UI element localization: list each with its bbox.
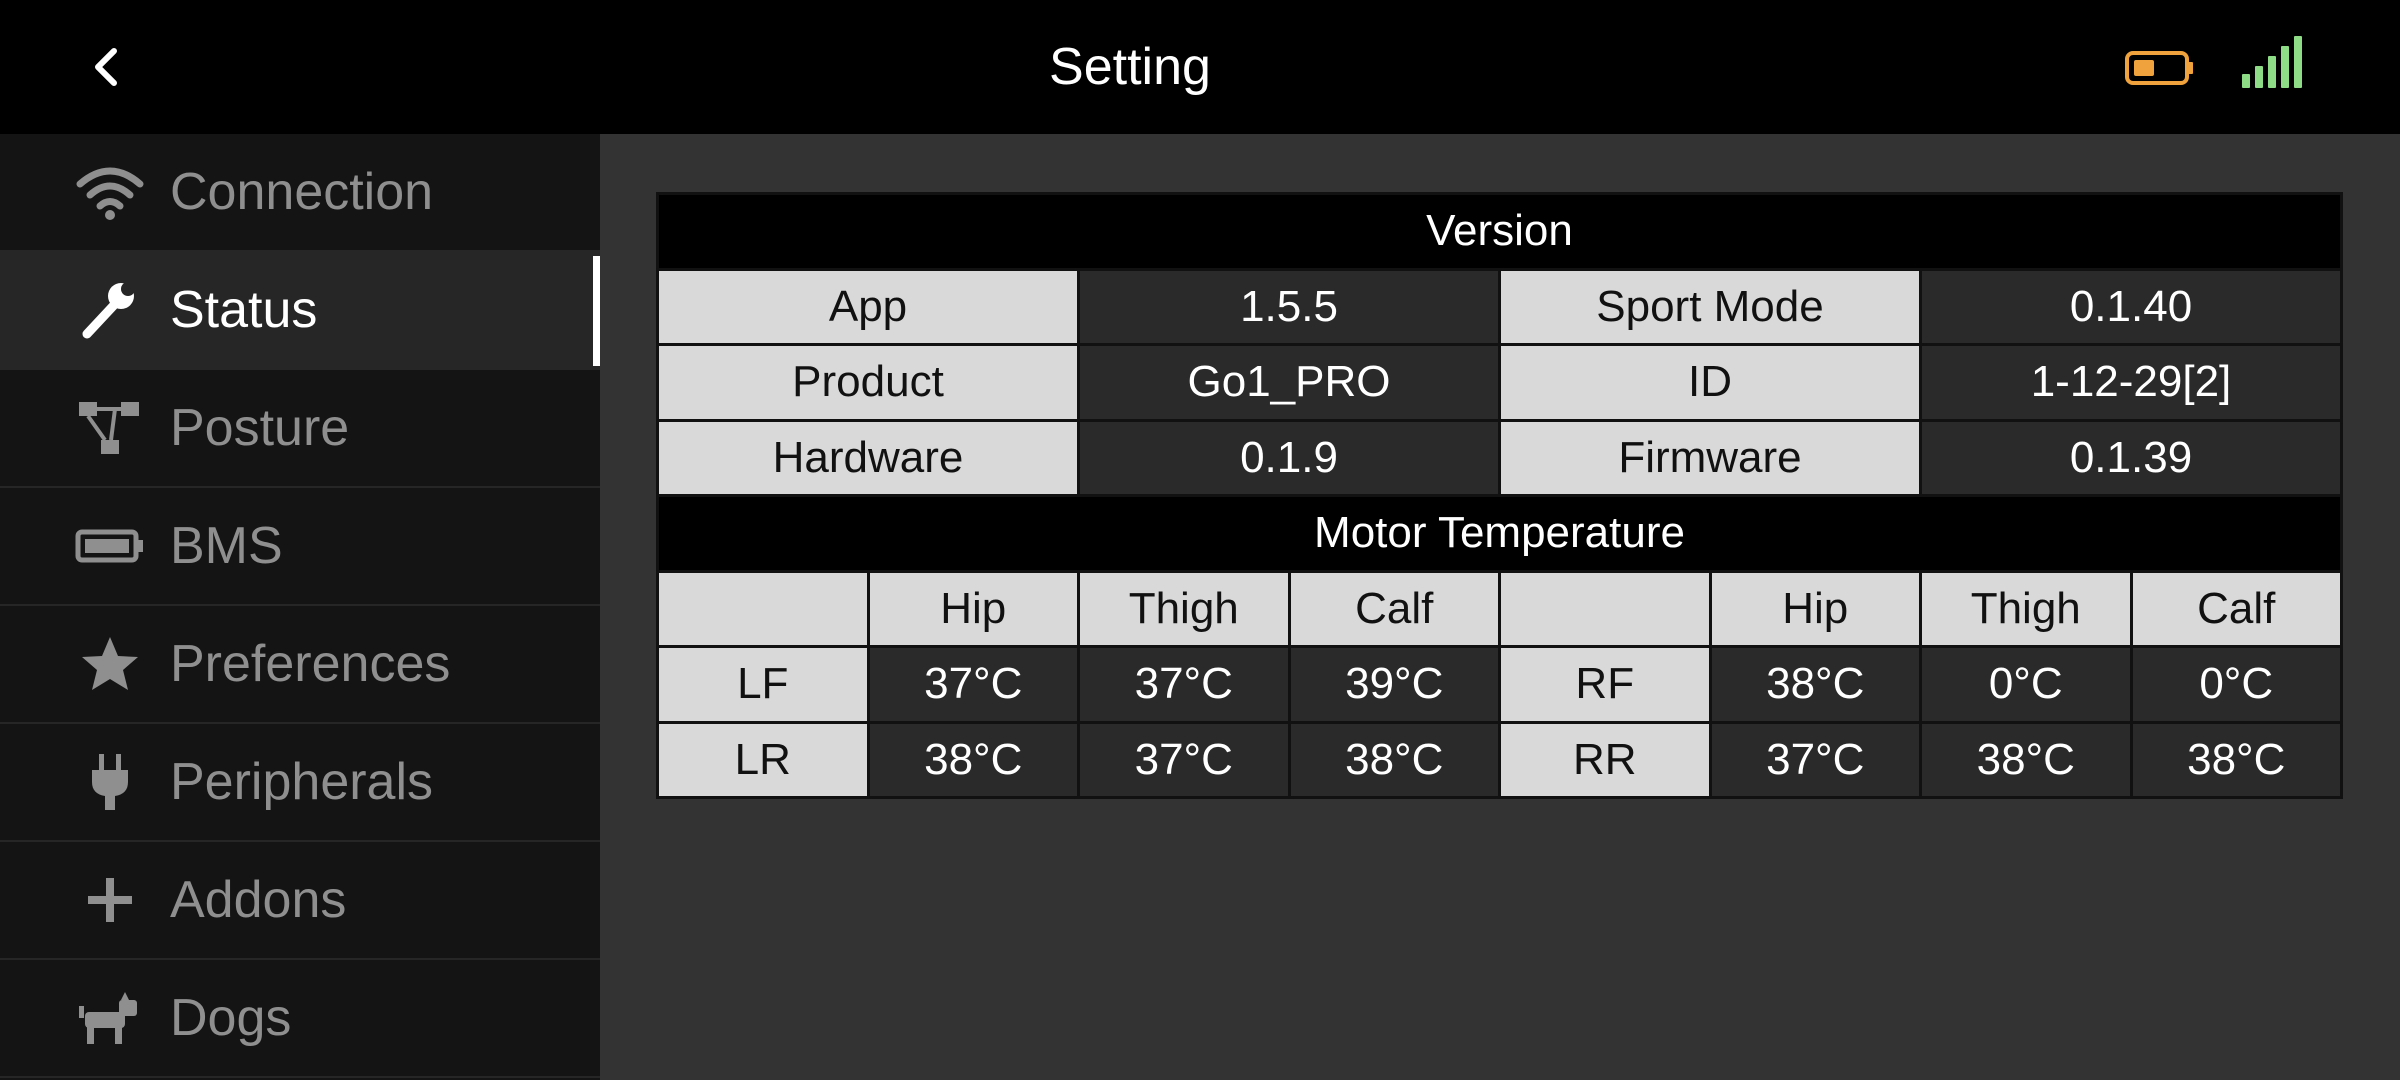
column-header: Calf	[2129, 569, 2343, 648]
column-header: Hip	[866, 569, 1080, 648]
version-value: 1-12-29[2]	[1919, 343, 2343, 422]
posture-icon	[75, 398, 145, 458]
battery-status-icon	[2125, 51, 2193, 85]
sidebar-item-label: Addons	[170, 871, 347, 929]
version-key: App	[656, 267, 1080, 346]
corner-cell	[1498, 569, 1712, 648]
column-header: Thigh	[1077, 569, 1291, 648]
leg-label: RR	[1498, 720, 1712, 799]
version-key: Sport Mode	[1498, 267, 1922, 346]
table-row: LR 38°C 37°C 38°C RR 37°C 38°C 38°C	[656, 720, 2343, 799]
corner-cell	[656, 569, 870, 648]
sidebar-item-label: Posture	[170, 399, 350, 457]
battery-icon	[75, 516, 145, 576]
leg-label: RF	[1498, 645, 1712, 724]
version-value: 0.1.39	[1919, 418, 2343, 497]
temperature-value: 37°C	[1708, 720, 1922, 799]
sidebar-item-bms[interactable]: BMS	[0, 488, 600, 606]
table-row: Hip Thigh Calf Hip Thigh Calf	[656, 569, 2343, 648]
version-value: Go1_PRO	[1077, 343, 1501, 422]
sidebar-item-addons[interactable]: Addons	[0, 842, 600, 960]
version-value: 1.5.5	[1077, 267, 1501, 346]
sidebar: Connection Status Posture BMS Preference…	[0, 134, 600, 1080]
sidebar-item-status[interactable]: Status	[0, 252, 600, 370]
wifi-icon	[75, 162, 145, 222]
version-value: 0.1.9	[1077, 418, 1501, 497]
temperature-value: 38°C	[2129, 720, 2343, 799]
temperature-value: 38°C	[866, 720, 1080, 799]
version-key: ID	[1498, 343, 1922, 422]
version-key: Hardware	[656, 418, 1080, 497]
temperature-value: 37°C	[1077, 645, 1291, 724]
temperature-value: 38°C	[1287, 720, 1501, 799]
sidebar-item-label: Peripherals	[170, 753, 434, 811]
version-key: Firmware	[1498, 418, 1922, 497]
star-icon	[75, 634, 145, 694]
temperature-value: 37°C	[866, 645, 1080, 724]
motor-temperature-header: Motor Temperature	[656, 494, 2343, 573]
leg-label: LR	[656, 720, 870, 799]
table-row: Product Go1_PRO ID 1-12-29[2]	[656, 343, 2343, 422]
sidebar-item-label: BMS	[170, 517, 283, 575]
sidebar-item-label: Dogs	[170, 989, 292, 1047]
column-header: Calf	[1287, 569, 1501, 648]
sidebar-item-connection[interactable]: Connection	[0, 134, 600, 252]
temperature-value: 37°C	[1077, 720, 1291, 799]
table-row: LF 37°C 37°C 39°C RF 38°C 0°C 0°C	[656, 645, 2343, 724]
version-value: 0.1.40	[1919, 267, 2343, 346]
version-key: Product	[656, 343, 1080, 422]
temperature-value: 38°C	[1708, 645, 1922, 724]
wrench-icon	[75, 280, 145, 340]
table-row: App 1.5.5 Sport Mode 0.1.40	[656, 267, 2343, 346]
plus-icon	[75, 870, 145, 930]
page-title: Setting	[1049, 38, 1211, 96]
temperature-value: 0°C	[1919, 645, 2133, 724]
temperature-value: 39°C	[1287, 645, 1501, 724]
leg-label: LF	[656, 645, 870, 724]
column-header: Hip	[1708, 569, 1922, 648]
sidebar-item-label: Status	[170, 281, 318, 339]
temperature-value: 0°C	[2129, 645, 2343, 724]
sidebar-item-peripherals[interactable]: Peripherals	[0, 724, 600, 842]
sidebar-item-label: Preferences	[170, 635, 451, 693]
status-table: Version App 1.5.5 Sport Mode 0.1.40 Prod…	[656, 192, 2343, 799]
top-bar: Setting	[0, 0, 2400, 134]
sidebar-item-dogs[interactable]: Dogs	[0, 960, 600, 1078]
sidebar-item-posture[interactable]: Posture	[0, 370, 600, 488]
version-header: Version	[656, 192, 2343, 271]
sidebar-item-preferences[interactable]: Preferences	[0, 606, 600, 724]
dog-icon	[75, 988, 145, 1048]
plug-icon	[75, 752, 145, 812]
status-panel: Version App 1.5.5 Sport Mode 0.1.40 Prod…	[600, 134, 2400, 1080]
temperature-value: 38°C	[1919, 720, 2133, 799]
sidebar-item-label: Connection	[170, 163, 434, 221]
column-header: Thigh	[1919, 569, 2133, 648]
signal-strength-icon	[2242, 36, 2302, 88]
table-row: Hardware 0.1.9 Firmware 0.1.39	[656, 418, 2343, 497]
